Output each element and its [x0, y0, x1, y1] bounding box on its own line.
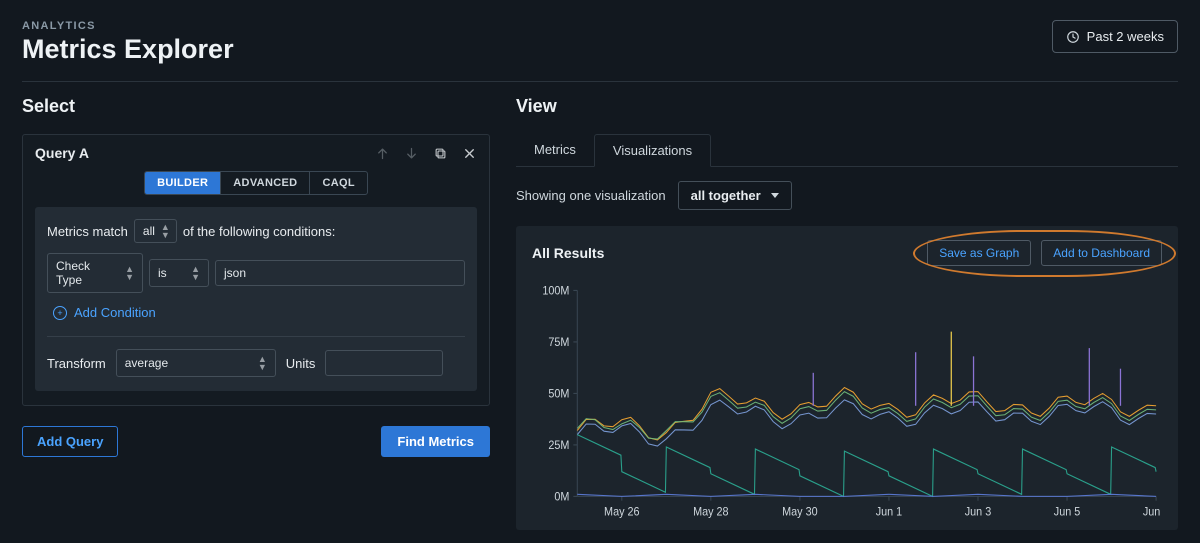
showing-mode-dropdown[interactable]: all together: [678, 181, 792, 210]
transform-select[interactable]: average ▲▼: [116, 349, 276, 377]
time-range-label: Past 2 weeks: [1087, 29, 1164, 44]
svg-text:May 30: May 30: [782, 506, 817, 519]
transform-label: Transform: [47, 356, 106, 371]
showing-text: Showing one visualization: [516, 188, 666, 203]
svg-text:Jun 1: Jun 1: [876, 506, 902, 519]
match-suffix: of the following conditions:: [183, 224, 335, 239]
sort-icon: ▲▼: [161, 223, 170, 239]
query-card: Query A BUILDER ADVANCED CAQL: [22, 134, 490, 406]
page-title: Metrics Explorer: [22, 34, 234, 65]
sort-icon: ▲▼: [191, 265, 200, 281]
svg-text:0M: 0M: [554, 491, 569, 504]
plus-icon: +: [53, 306, 67, 320]
move-up-icon: [375, 146, 390, 161]
select-section-title: Select: [22, 96, 490, 117]
units-label: Units: [286, 356, 316, 371]
add-condition-button[interactable]: + Add Condition: [47, 303, 156, 324]
add-query-button[interactable]: Add Query: [22, 426, 118, 457]
units-input[interactable]: [325, 350, 443, 376]
svg-text:Jun 5: Jun 5: [1054, 506, 1080, 519]
svg-text:75M: 75M: [548, 337, 569, 350]
match-prefix: Metrics match: [47, 224, 128, 239]
sort-icon: ▲▼: [258, 355, 267, 371]
divider: [22, 81, 1178, 82]
svg-text:Jun 3: Jun 3: [965, 506, 991, 519]
condition-op-value: is: [158, 266, 167, 280]
svg-text:100M: 100M: [542, 285, 569, 298]
svg-text:25M: 25M: [548, 440, 569, 453]
condition-op-select[interactable]: is ▲▼: [149, 259, 209, 287]
chevron-down-icon: [771, 193, 779, 198]
condition-value-input[interactable]: json: [215, 260, 465, 286]
transform-value: average: [125, 356, 168, 370]
visualization-title: All Results: [532, 245, 604, 261]
save-as-graph-button[interactable]: Save as Graph: [927, 240, 1031, 266]
match-quantifier-value: all: [143, 224, 155, 238]
svg-text:50M: 50M: [548, 388, 569, 401]
duplicate-icon[interactable]: [433, 146, 448, 161]
time-range-button[interactable]: Past 2 weeks: [1052, 20, 1178, 53]
add-to-dashboard-button[interactable]: Add to Dashboard: [1041, 240, 1162, 266]
page-kicker: ANALYTICS: [22, 20, 234, 32]
builder-box: Metrics match all ▲▼ of the following co…: [35, 207, 477, 391]
sort-icon: ▲▼: [125, 265, 134, 281]
mode-tab-builder[interactable]: BUILDER: [145, 172, 221, 194]
condition-field-select[interactable]: Check Type ▲▼: [47, 253, 143, 293]
condition-field-value: Check Type: [56, 259, 115, 287]
builder-divider: [47, 336, 465, 337]
tab-visualizations[interactable]: Visualizations: [594, 134, 711, 167]
close-icon[interactable]: [462, 146, 477, 161]
query-name: Query A: [35, 145, 89, 161]
tab-metrics[interactable]: Metrics: [516, 134, 594, 166]
view-section-title: View: [516, 96, 1178, 117]
svg-text:May 28: May 28: [693, 506, 728, 519]
find-metrics-button[interactable]: Find Metrics: [381, 426, 490, 457]
add-condition-label: Add Condition: [74, 305, 156, 320]
mode-tab-caql[interactable]: CAQL: [310, 172, 366, 194]
clock-icon: [1066, 30, 1080, 44]
svg-text:Jun 7: Jun 7: [1143, 506, 1162, 519]
results-chart[interactable]: 0M 25M 50M 75M 100M May 26 May 28 May 30 Jun 1 Ju…: [532, 284, 1162, 520]
match-quantifier-select[interactable]: all ▲▼: [134, 219, 177, 243]
svg-text:May 26: May 26: [604, 506, 639, 519]
move-down-icon: [404, 146, 419, 161]
mode-tab-advanced[interactable]: ADVANCED: [221, 172, 310, 194]
showing-mode-value: all together: [691, 188, 761, 203]
